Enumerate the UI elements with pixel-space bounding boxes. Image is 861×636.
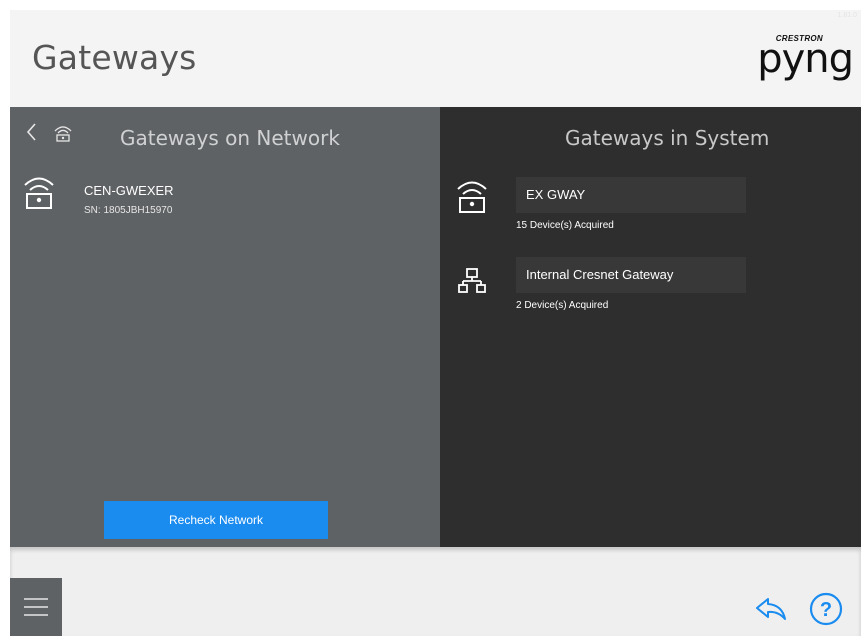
device-count: 15 Device(s) Acquired — [516, 220, 614, 231]
gateway-name: CEN-GWEXER — [84, 183, 174, 198]
gateways-on-network-panel: Gateways on Network CEN-GWEXER SN: 1805J… — [10, 107, 440, 547]
recheck-network-button[interactable]: Recheck Network — [104, 501, 328, 539]
system-gateway-item[interactable]: Internal Cresnet Gateway 2 Device(s) Acq… — [440, 247, 861, 317]
header: Gateways 1.81.0 CRESTRON pyng — [10, 10, 861, 107]
gateway-name-box: EX GWAY — [516, 177, 746, 213]
wireless-gateway-icon — [454, 177, 490, 219]
panel-title: Gateways on Network — [120, 126, 340, 150]
panel-title: Gateways in System — [565, 126, 770, 150]
network-tree-icon — [454, 257, 490, 299]
version-text: 1.81.0 — [837, 12, 857, 19]
back-chevron-icon[interactable] — [24, 121, 38, 143]
system-gateway-item[interactable]: EX GWAY 15 Device(s) Acquired — [440, 167, 861, 237]
gateways-in-system-panel: Gateways in System EX GWAY 15 Device(s) … — [440, 107, 861, 547]
help-icon[interactable]: ? — [808, 591, 844, 627]
logo-word: pyng — [757, 36, 854, 82]
svg-text:?: ? — [820, 599, 832, 621]
gateway-name: Internal Cresnet Gateway — [526, 267, 674, 282]
share-back-icon[interactable] — [754, 595, 788, 623]
menu-button[interactable] — [10, 578, 62, 636]
page-title: Gateways — [32, 38, 197, 77]
gateway-name-box: Internal Cresnet Gateway — [516, 257, 746, 293]
device-count: 2 Device(s) Acquired — [516, 300, 609, 311]
network-gateway-item[interactable]: CEN-GWEXER SN: 1805JBH15970 — [20, 173, 420, 233]
left-border — [0, 0, 10, 636]
wireless-gateway-icon — [52, 122, 74, 144]
app-frame: Gateways 1.81.0 CRESTRON pyng Gateways o… — [10, 10, 861, 636]
top-border — [0, 0, 861, 10]
wireless-gateway-icon — [22, 173, 56, 215]
gateway-name: EX GWAY — [526, 187, 586, 202]
footer: ? — [10, 547, 861, 636]
hamburger-menu-icon — [23, 594, 49, 620]
crestron-pyng-logo: CRESTRON pyng — [749, 32, 854, 82]
gateway-serial: SN: 1805JBH15970 — [84, 205, 173, 216]
